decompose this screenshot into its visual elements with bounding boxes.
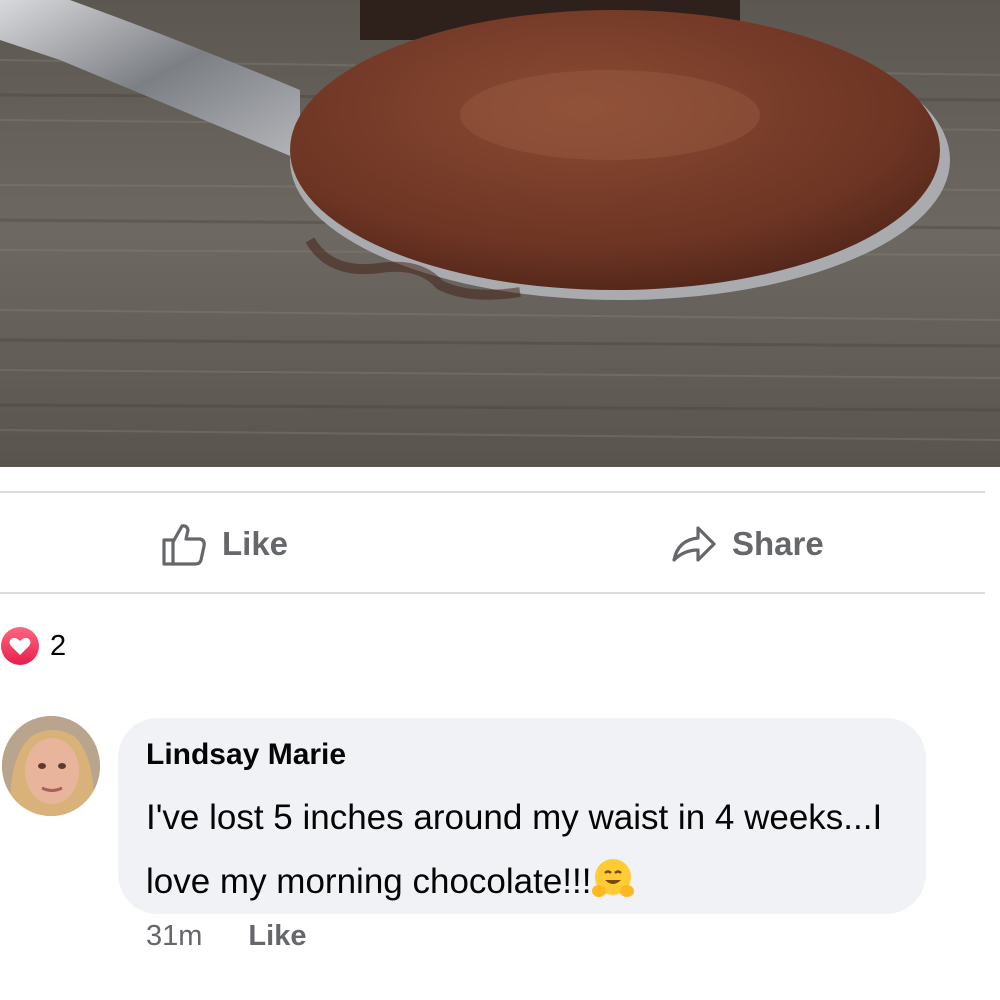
avatar[interactable] [2, 716, 100, 816]
comment-text-body: I've lost 5 inches around my waist in 4 … [146, 798, 883, 901]
comment-meta: 31m Like [146, 920, 306, 953]
share-button[interactable]: Share [670, 513, 824, 575]
thumbs-up-icon [162, 524, 206, 566]
like-button[interactable]: Like [160, 513, 288, 575]
comment-author[interactable]: Lindsay Marie [146, 738, 346, 772]
comment-like-button[interactable]: Like [248, 920, 306, 953]
spoon-chocolate-image [0, 0, 1000, 467]
share-arrow-icon [672, 526, 716, 562]
reaction-count: 2 [50, 629, 67, 662]
actions-divider-bottom [0, 592, 985, 594]
comment-timestamp[interactable]: 31m [146, 920, 202, 953]
hugging-face-emoji-icon [591, 857, 635, 922]
share-label: Share [732, 525, 824, 562]
comment-text: I've lost 5 inches around my waist in 4 … [146, 786, 886, 922]
like-label: Like [222, 525, 289, 562]
profile-photo [2, 716, 100, 816]
reactions-summary[interactable]: 2 [0, 624, 66, 668]
post-photo[interactable] [0, 0, 1000, 467]
actions-divider-top [0, 491, 985, 493]
heart-reaction-icon [1, 627, 39, 665]
comment-bubble[interactable]: Lindsay Marie I've lost 5 inches around … [118, 718, 926, 914]
